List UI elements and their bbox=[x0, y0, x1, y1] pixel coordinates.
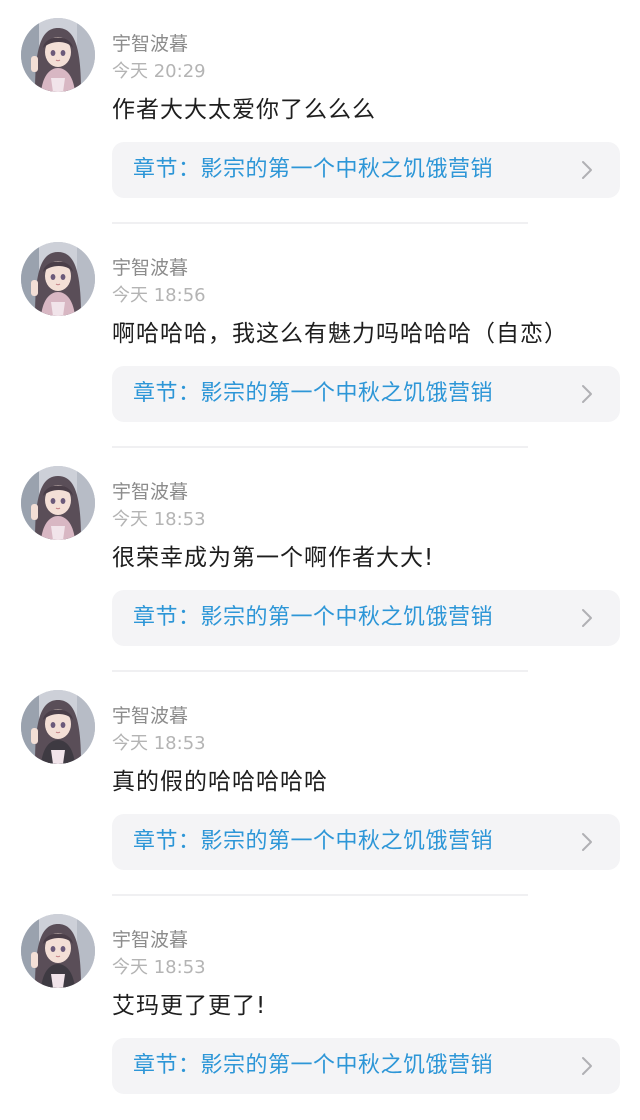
avatar-image bbox=[21, 18, 95, 92]
user-avatar[interactable] bbox=[21, 18, 95, 92]
username[interactable]: 宇智波暮 bbox=[112, 481, 188, 503]
chevron-right-icon bbox=[582, 161, 592, 179]
timestamp: 今天 20:29 bbox=[112, 61, 206, 82]
comment-item: 宇智波暮 今天 20:29 作者大大太爱你了么么么 章节：影宗的第一个中秋之饥饿… bbox=[0, 0, 640, 224]
avatar-image bbox=[21, 242, 95, 316]
chevron-right-icon bbox=[582, 1057, 592, 1075]
username[interactable]: 宇智波暮 bbox=[112, 929, 188, 951]
avatar-image bbox=[21, 466, 95, 540]
chapter-link[interactable]: 章节：影宗的第一个中秋之饥饿营销 bbox=[112, 366, 620, 422]
user-avatar[interactable] bbox=[21, 466, 95, 540]
timestamp: 今天 18:53 bbox=[112, 957, 206, 978]
comment-text: 真的假的哈哈哈哈哈 bbox=[112, 769, 328, 795]
username[interactable]: 宇智波暮 bbox=[112, 257, 188, 279]
username[interactable]: 宇智波暮 bbox=[112, 705, 188, 727]
comment-text: 啊哈哈哈，我这么有魅力吗哈哈哈（自恋） bbox=[112, 321, 568, 347]
chapter-label: 章节：影宗的第一个中秋之饥饿营销 bbox=[133, 829, 494, 854]
timestamp: 今天 18:53 bbox=[112, 509, 206, 530]
chapter-link[interactable]: 章节：影宗的第一个中秋之饥饿营销 bbox=[112, 142, 620, 198]
chapter-label: 章节：影宗的第一个中秋之饥饿营销 bbox=[133, 157, 494, 182]
comment-item: 宇智波暮 今天 18:53 很荣幸成为第一个啊作者大大! 章节：影宗的第一个中秋… bbox=[0, 448, 640, 672]
chapter-link[interactable]: 章节：影宗的第一个中秋之饥饿营销 bbox=[112, 590, 620, 646]
user-avatar[interactable] bbox=[21, 690, 95, 764]
chapter-label: 章节：影宗的第一个中秋之饥饿营销 bbox=[133, 605, 494, 630]
avatar-image bbox=[21, 690, 95, 764]
avatar-image bbox=[21, 914, 95, 988]
username[interactable]: 宇智波暮 bbox=[112, 33, 188, 55]
user-avatar[interactable] bbox=[21, 914, 95, 988]
chevron-right-icon bbox=[582, 609, 592, 627]
chapter-link[interactable]: 章节：影宗的第一个中秋之饥饿营销 bbox=[112, 1038, 620, 1094]
comment-item: 宇智波暮 今天 18:56 啊哈哈哈，我这么有魅力吗哈哈哈（自恋） 章节：影宗的… bbox=[0, 224, 640, 448]
comment-text: 作者大大太爱你了么么么 bbox=[112, 97, 376, 123]
comment-text: 艾玛更了更了! bbox=[112, 993, 267, 1019]
timestamp: 今天 18:56 bbox=[112, 285, 206, 306]
comment-text: 很荣幸成为第一个啊作者大大! bbox=[112, 545, 435, 571]
timestamp: 今天 18:53 bbox=[112, 733, 206, 754]
user-avatar[interactable] bbox=[21, 242, 95, 316]
chapter-label: 章节：影宗的第一个中秋之饥饿营销 bbox=[133, 1053, 494, 1078]
comment-item: 宇智波暮 今天 18:53 艾玛更了更了! 章节：影宗的第一个中秋之饥饿营销 bbox=[0, 896, 640, 1120]
comment-item: 宇智波暮 今天 18:53 真的假的哈哈哈哈哈 章节：影宗的第一个中秋之饥饿营销 bbox=[0, 672, 640, 896]
chapter-link[interactable]: 章节：影宗的第一个中秋之饥饿营销 bbox=[112, 814, 620, 870]
chapter-label: 章节：影宗的第一个中秋之饥饿营销 bbox=[133, 381, 494, 406]
chevron-right-icon bbox=[582, 385, 592, 403]
chevron-right-icon bbox=[582, 833, 592, 851]
